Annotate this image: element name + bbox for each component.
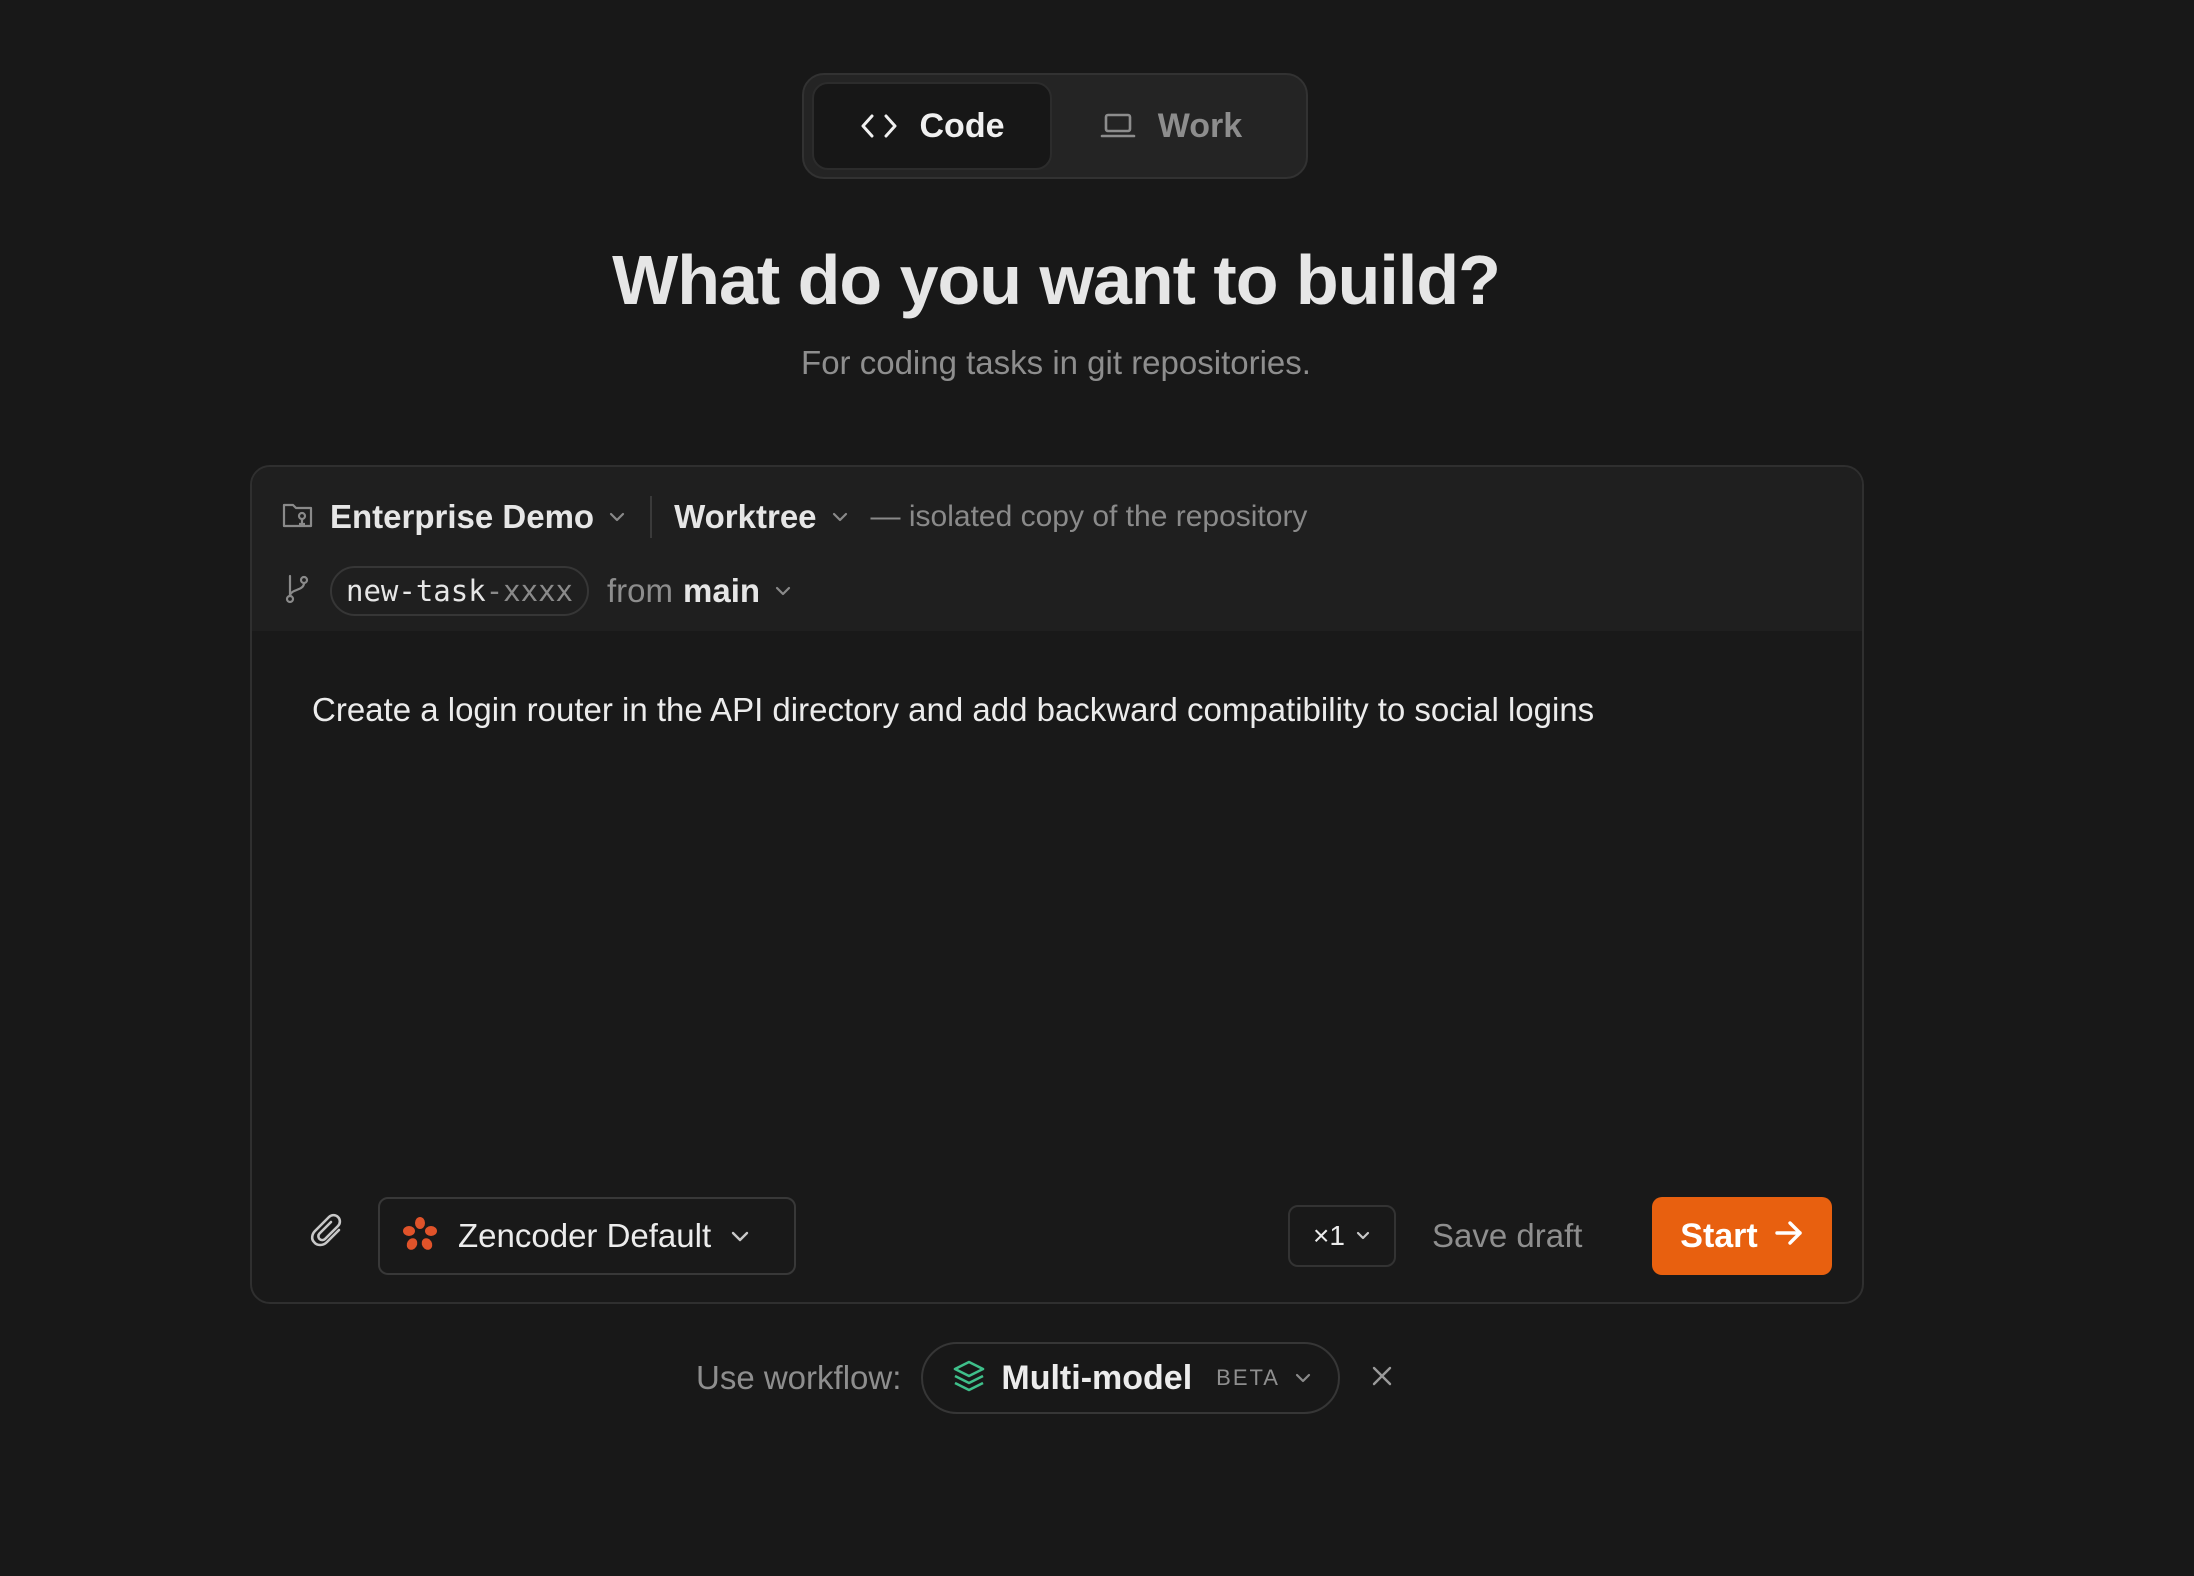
- start-label: Start: [1680, 1216, 1758, 1255]
- tab-work[interactable]: Work: [1052, 82, 1290, 170]
- page-title: What do you want to build?: [612, 241, 1501, 319]
- agent-label: Zencoder Default: [458, 1217, 712, 1254]
- chevron-down-icon: [775, 586, 791, 596]
- repository-row: Enterprise Demo Worktree — isolated copy…: [282, 487, 1307, 547]
- tab-code-label: Code: [919, 106, 1005, 145]
- remove-workflow-button[interactable]: [1362, 1358, 1402, 1398]
- prompt-input[interactable]: Create a login router in the API directo…: [312, 691, 1802, 729]
- chevron-down-icon: [1356, 1231, 1370, 1240]
- branch-row: new-task -xxxx from main: [282, 561, 792, 621]
- new-task-page: Code Work What do you want to build? For…: [0, 0, 2194, 1576]
- base-branch-select[interactable]: main: [673, 572, 792, 610]
- chevron-down-icon: [832, 512, 847, 522]
- tab-code[interactable]: Code: [812, 82, 1052, 170]
- page-subtitle: For coding tasks in git repositories.: [801, 344, 1311, 381]
- chevron-down-icon: [1295, 1373, 1311, 1383]
- repository-name: Enterprise Demo: [330, 498, 595, 535]
- start-button[interactable]: Start: [1652, 1197, 1832, 1275]
- base-branch: main: [683, 572, 761, 609]
- workflow-select[interactable]: Multi-model BETA: [921, 1342, 1340, 1414]
- save-draft-button[interactable]: Save draft: [1432, 1205, 1582, 1267]
- close-icon: [1370, 1364, 1394, 1393]
- arrow-right-icon: [1774, 1217, 1804, 1256]
- divider: [650, 496, 653, 538]
- git-branch-icon: [282, 573, 312, 610]
- from-label: from: [607, 572, 673, 609]
- workflow-name: Multi-model: [1001, 1358, 1193, 1397]
- laptop-icon: [1100, 111, 1136, 141]
- run-count-select[interactable]: ×1: [1288, 1205, 1396, 1267]
- workspace-mode: Worktree: [674, 498, 817, 535]
- mode-switch: Code Work: [802, 73, 1308, 179]
- task-composer: Enterprise Demo Worktree — isolated copy…: [250, 465, 1864, 1304]
- zencoder-logo-icon: [400, 1214, 440, 1259]
- repository-select[interactable]: Enterprise Demo: [330, 498, 626, 536]
- workflow-label: Use workflow:: [696, 1359, 902, 1396]
- folder-repo-icon: [282, 500, 314, 535]
- workspace-mode-select[interactable]: Worktree: [674, 498, 848, 536]
- paperclip-icon: [309, 1212, 349, 1257]
- branch-name-prefix: new-task: [346, 574, 486, 608]
- run-count: ×1: [1313, 1220, 1345, 1251]
- agent-select[interactable]: Zencoder Default: [378, 1197, 796, 1275]
- branch-name-suffix: -xxxx: [485, 574, 573, 608]
- new-branch-name[interactable]: new-task -xxxx: [330, 566, 589, 616]
- chevron-down-icon: [731, 1231, 749, 1242]
- attach-button[interactable]: [300, 1205, 358, 1263]
- tab-work-label: Work: [1157, 106, 1243, 145]
- chevron-down-icon: [609, 512, 625, 522]
- workflow-row: Use workflow: Multi-model BETA: [696, 1342, 1402, 1414]
- code-brackets-icon: [860, 111, 898, 141]
- beta-badge: BETA: [1216, 1365, 1280, 1390]
- workspace-hint: — isolated copy of the repository: [870, 500, 1308, 533]
- layers-icon: [951, 1358, 987, 1399]
